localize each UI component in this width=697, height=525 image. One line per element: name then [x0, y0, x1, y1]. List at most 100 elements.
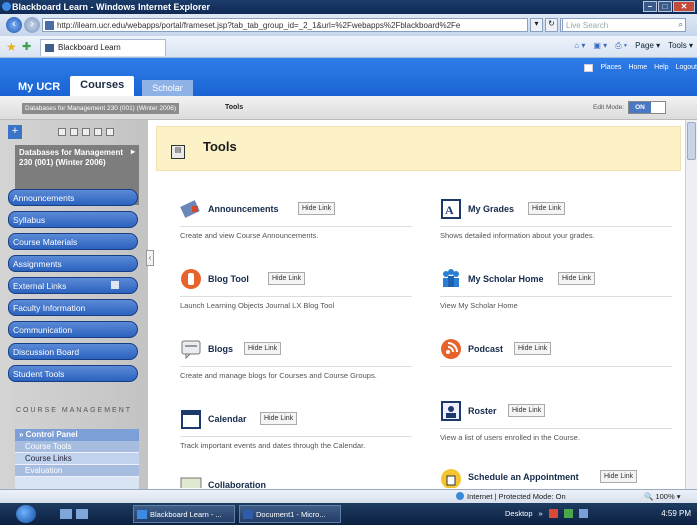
hide-link-button[interactable]: Hide Link — [528, 202, 566, 215]
course-management-heading: COURSE MANAGEMENT — [15, 407, 133, 414]
show-desktop-icon[interactable] — [60, 509, 72, 519]
tool-name[interactable]: Podcast — [468, 344, 503, 354]
tools-menu[interactable]: Tools ▾ — [668, 41, 693, 51]
tray-network-icon[interactable] — [563, 509, 573, 518]
switch-windows-icon[interactable] — [76, 509, 88, 519]
hide-link-button[interactable]: Hide Link — [244, 342, 282, 355]
tab-my-ucr[interactable]: My UCR — [8, 78, 70, 96]
tool-name[interactable]: Announcements — [208, 204, 279, 214]
minimize-button[interactable]: – — [643, 1, 657, 12]
sidebar-item-assignments[interactable]: Assignments — [8, 255, 138, 272]
grades-icon: A — [441, 199, 461, 219]
settings-icon[interactable] — [106, 128, 114, 136]
taskbar-button-blackboard[interactable]: Blackboard Learn - ... — [133, 505, 235, 523]
tray-app-icon[interactable] — [548, 509, 558, 518]
url-text: http://ilearn.ucr.edu/webapps/portal/fra… — [57, 21, 461, 30]
tool-name[interactable]: Collaboration — [208, 480, 266, 488]
start-button[interactable] — [16, 505, 36, 523]
favorites-star-icon[interactable]: ★ — [6, 40, 17, 54]
tray-volume-icon[interactable] — [578, 509, 588, 518]
vertical-scrollbar[interactable] — [685, 120, 697, 489]
refresh-icon[interactable]: ↻ — [545, 18, 558, 32]
control-panel-title[interactable]: » Control Panel — [15, 429, 139, 441]
edit-mode-toggle[interactable]: ON — [628, 101, 666, 114]
control-panel-item-course-tools[interactable]: Course Tools — [15, 441, 139, 453]
search-input[interactable]: Live Search ⌕ — [562, 18, 686, 32]
sidebar-item-label: External Links — [13, 281, 67, 291]
tool-description: Create and view Course Announcements. — [180, 231, 319, 240]
hide-link-button[interactable]: Hide Link — [600, 470, 638, 483]
tool-name[interactable]: Roster — [468, 406, 497, 416]
hide-link-button[interactable]: Hide Link — [508, 404, 546, 417]
page-menu[interactable]: Page ▾ — [635, 41, 660, 51]
top-link-help[interactable]: Help — [654, 64, 668, 72]
sidebar-item-label: Course Materials — [13, 237, 78, 247]
sidebar-item-course-materials[interactable]: Course Materials — [8, 233, 138, 250]
add-favorite-icon[interactable]: ✚ — [22, 40, 31, 53]
tool-name[interactable]: My Scholar Home — [468, 274, 544, 284]
windows-taskbar: Blackboard Learn - ... Document1 - Micro… — [0, 503, 697, 525]
security-zone[interactable]: Internet | Protected Mode: On — [456, 492, 566, 501]
sidebar-item-label: Syllabus — [13, 215, 46, 225]
sidebar-item-external-links[interactable]: External Links — [8, 277, 138, 294]
tool-name[interactable]: Schedule an Appointment — [468, 472, 579, 482]
detail-view-icon[interactable] — [82, 128, 90, 136]
back-button[interactable]: ‹ — [6, 17, 22, 33]
tool-announcements: Announcements Hide Link Create and view … — [180, 198, 420, 258]
browser-tab[interactable]: Blackboard Learn — [40, 39, 166, 56]
system-tray: Desktop » — [505, 509, 588, 518]
sidebar-item-faculty-information[interactable]: Faculty Information — [8, 299, 138, 316]
folder-view-icon[interactable] — [58, 128, 66, 136]
quick-launch — [60, 509, 88, 519]
maximize-button[interactable]: □ — [658, 1, 672, 12]
tool-collaboration: Collaboration — [180, 474, 420, 488]
home-icon[interactable]: ⌂ ▾ — [574, 41, 585, 51]
tab-courses[interactable]: Courses — [70, 76, 135, 96]
add-menu-item-icon[interactable]: + — [8, 125, 22, 139]
sidebar-item-discussion-board[interactable]: Discussion Board — [8, 343, 138, 360]
zoom-level[interactable]: 🔍 100% ▾ — [644, 492, 680, 501]
hide-link-button[interactable]: Hide Link — [268, 272, 306, 285]
tool-description: Shows detailed information about your gr… — [440, 231, 595, 240]
collapse-sidebar-button[interactable]: ‹ — [146, 250, 154, 266]
top-link-logout[interactable]: Logout — [676, 64, 697, 72]
hide-link-button[interactable]: Hide Link — [298, 202, 336, 215]
control-panel-item-evaluation[interactable]: Evaluation — [15, 465, 139, 477]
tool-name[interactable]: Blog Tool — [208, 274, 249, 284]
hide-link-button[interactable]: Hide Link — [514, 342, 552, 355]
list-view-icon[interactable] — [70, 128, 78, 136]
globe-icon — [456, 492, 464, 500]
hide-link-button[interactable]: Hide Link — [260, 412, 298, 425]
close-button[interactable]: ✕ — [673, 1, 695, 12]
tool-description: Launch Learning Objects Journal LX Blog … — [180, 301, 335, 310]
toolbar-chevron-icon[interactable]: » — [539, 509, 543, 518]
url-field[interactable]: http://ilearn.ucr.edu/webapps/portal/fra… — [42, 18, 528, 32]
top-link-home[interactable]: Home — [628, 64, 647, 72]
collaboration-icon — [180, 477, 202, 488]
search-icon[interactable]: ⌕ — [679, 20, 683, 30]
tool-name[interactable]: My Grades — [468, 204, 514, 214]
sidebar-item-announcements[interactable]: Announcements — [8, 189, 138, 206]
control-panel-item-course-links[interactable]: Course Links — [15, 453, 139, 465]
menu-item-options-icon[interactable] — [111, 281, 119, 289]
taskbar-button-document[interactable]: Document1 - Micro... — [239, 505, 341, 523]
sidebar-item-communication[interactable]: Communication — [8, 321, 138, 338]
divider — [440, 226, 672, 227]
tool-name[interactable]: Calendar — [208, 414, 247, 424]
desktop-toolbar[interactable]: Desktop — [505, 509, 533, 518]
tab-scholar[interactable]: Scholar — [142, 80, 193, 96]
sidebar-item-student-tools[interactable]: Student Tools — [8, 365, 138, 382]
sidebar-item-syllabus[interactable]: Syllabus — [8, 211, 138, 228]
forward-button[interactable]: › — [24, 17, 40, 33]
announcements-icon — [180, 200, 200, 218]
scrollbar-thumb[interactable] — [687, 122, 696, 160]
top-link-places[interactable]: Places — [600, 64, 621, 72]
dropdown-arrow-icon[interactable]: ▾ — [530, 18, 543, 32]
refresh-menu-icon[interactable] — [94, 128, 102, 136]
hide-link-button[interactable]: Hide Link — [558, 272, 596, 285]
tool-name[interactable]: Blogs — [208, 344, 233, 354]
feeds-icon[interactable]: ▣ ▾ — [593, 41, 607, 51]
breadcrumb-course[interactable]: Databases for Management 230 (001) (Wint… — [22, 103, 180, 114]
print-icon[interactable]: ⎙ ▾ — [615, 41, 627, 51]
taskbar-clock[interactable]: 4:59 PM — [661, 509, 691, 518]
